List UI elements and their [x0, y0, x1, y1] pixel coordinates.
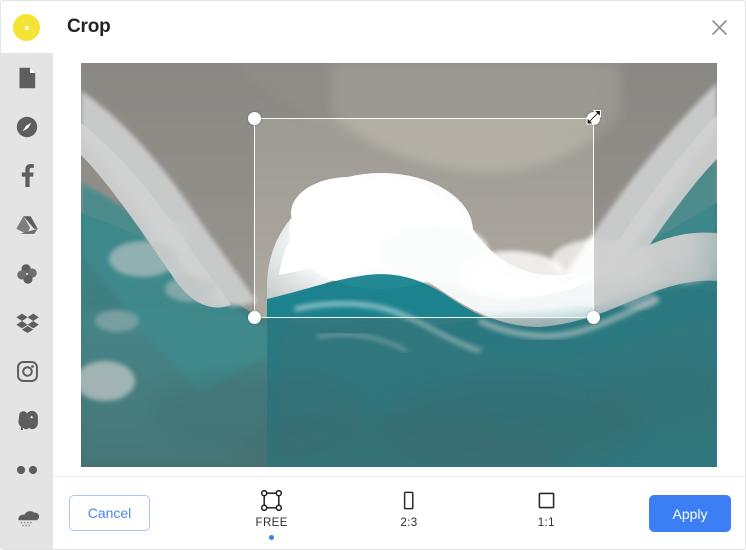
aspect-ratio-label: 1:1 [537, 517, 555, 529]
aspect-ratio-1-1[interactable]: 1:1 [506, 477, 586, 540]
sidebar-item-dropbox[interactable] [1, 298, 53, 347]
aspect-ratio-selected-dot [406, 535, 411, 540]
aspect-ratio-selected-dot [269, 535, 275, 540]
sidebar-item-google-drive[interactable] [1, 200, 53, 249]
cancel-button[interactable]: Cancel [69, 495, 150, 531]
logo-center-dot [24, 25, 29, 30]
google-photos-pinwheel-icon [16, 263, 38, 285]
evernote-elephant-icon [16, 410, 39, 431]
crop-toolbar: Cancel FREE 2:3 1:1 Apply [53, 476, 745, 549]
aspect-ratio-2-3[interactable]: 2:3 [369, 477, 449, 540]
yellow-circle-logo[interactable] [13, 14, 40, 41]
page-title: Crop [67, 16, 111, 37]
aspect-ratio-free[interactable]: FREE [232, 477, 312, 540]
square-icon [536, 488, 557, 512]
crop-handle-bottom-left[interactable] [248, 311, 261, 324]
crop-handle-bottom-right[interactable] [587, 311, 600, 324]
apply-button[interactable]: Apply [649, 495, 731, 532]
google-drive-icon [16, 215, 38, 235]
close-icon[interactable] [707, 15, 731, 39]
instagram-icon [16, 361, 38, 382]
dialog-header: Crop [53, 1, 745, 54]
facebook-icon [21, 164, 34, 187]
aspect-ratio-selected-dot [544, 535, 549, 540]
sidebar-item-evernote[interactable] [1, 396, 53, 445]
file-document-icon [18, 67, 37, 89]
source-sidebar [1, 53, 53, 549]
crop-canvas[interactable] [81, 63, 717, 467]
editor-stage [53, 53, 745, 477]
portrait-rect-icon [398, 488, 419, 512]
crop-dialog: Crop Cancel FREE 2:3 1:1 Apply [0, 0, 746, 550]
crop-handle-top-right[interactable] [587, 112, 600, 125]
flickr-dots-icon [16, 465, 38, 475]
sidebar-item-web-search[interactable] [1, 102, 53, 151]
sidebar-item-google-photos[interactable] [1, 249, 53, 298]
compass-icon [16, 116, 38, 138]
free-crop-icon [261, 488, 283, 512]
crop-selection-rect[interactable] [248, 109, 602, 324]
dropbox-icon [15, 313, 39, 333]
aspect-ratio-group: FREE 2:3 1:1 [203, 477, 615, 549]
sidebar-item-my-computer[interactable] [1, 53, 53, 102]
sidebar-item-facebook[interactable] [1, 151, 53, 200]
onedrive-cloud-icon [16, 510, 39, 527]
sidebar-item-instagram[interactable] [1, 347, 53, 396]
sidebar-item-flickr[interactable] [1, 445, 53, 494]
aspect-ratio-label: 2:3 [400, 517, 418, 529]
sidebar-item-onedrive[interactable] [1, 494, 53, 543]
aspect-ratio-label: FREE [255, 517, 288, 529]
crop-handle-top-left[interactable] [248, 112, 261, 125]
